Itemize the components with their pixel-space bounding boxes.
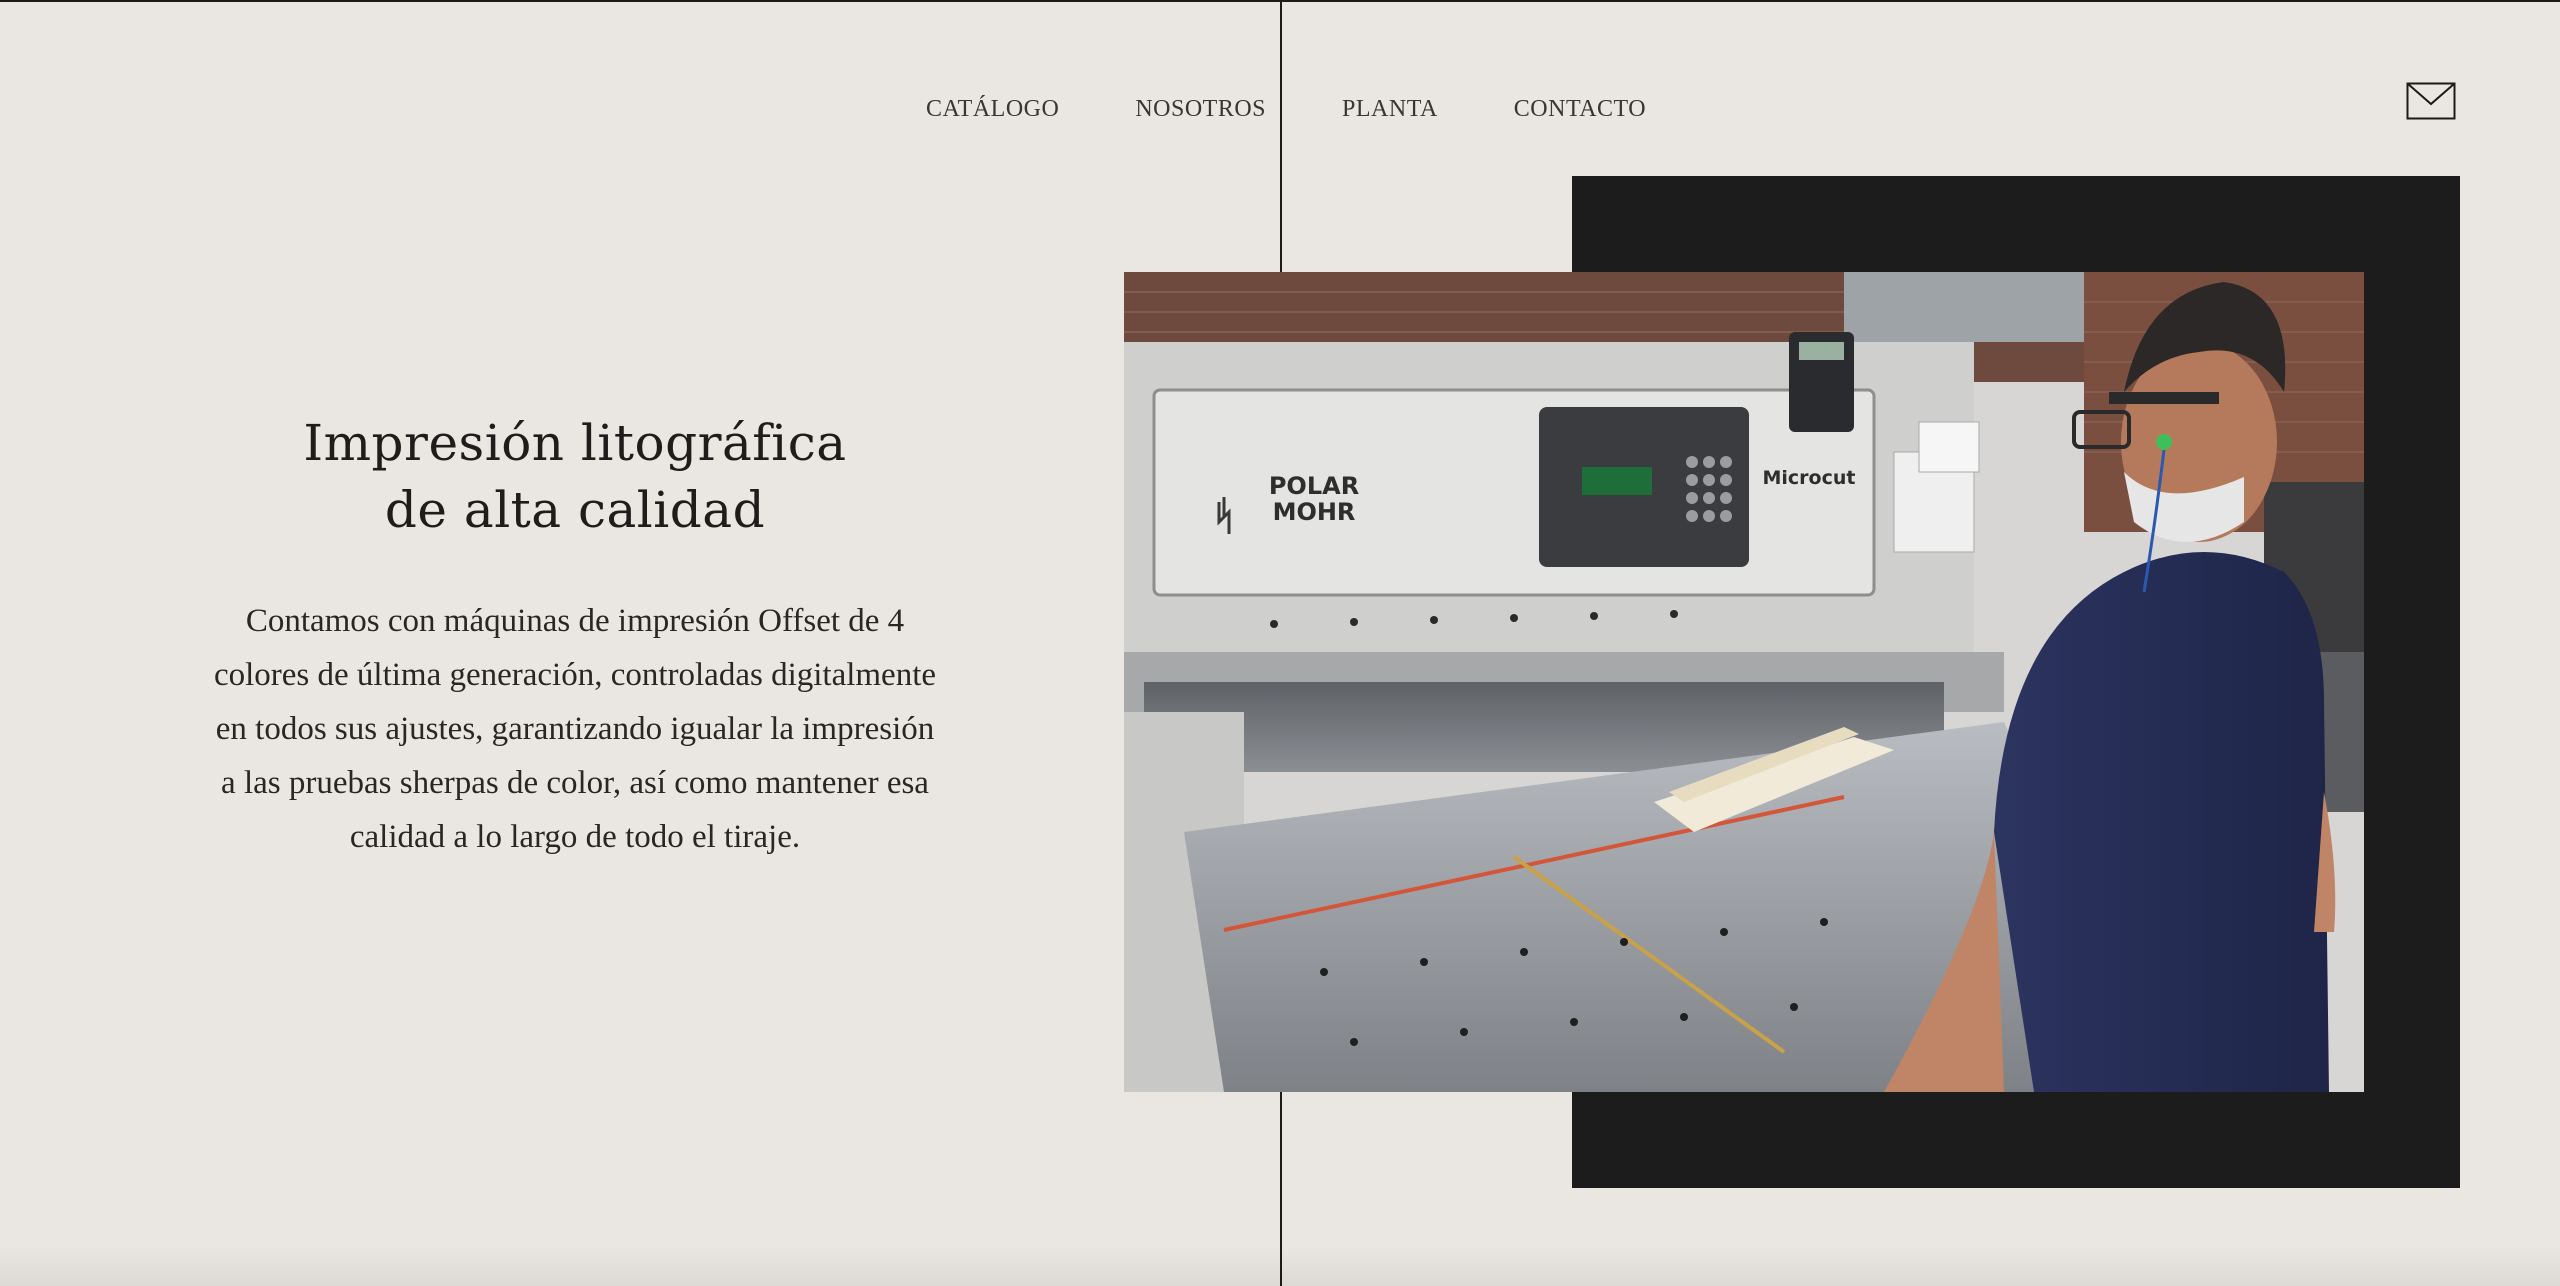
machine-model: Microcut	[1763, 467, 1856, 489]
hero-text: Impresión litográfica de alta calidad Co…	[205, 410, 945, 864]
main-nav: CATÁLOGO NOSOTROS PLANTA CONTACTO	[926, 96, 1646, 123]
bottom-shade	[0, 1246, 2560, 1286]
machine-brand-line2: MOHR	[1273, 498, 1356, 526]
nav-item-catalogo[interactable]: CATÁLOGO	[926, 96, 1059, 123]
nav-item-contacto[interactable]: CONTACTO	[1514, 96, 1646, 123]
envelope-icon[interactable]	[2406, 82, 2456, 120]
hero-title-line2: de alta calidad	[384, 481, 766, 539]
nav-item-nosotros[interactable]: NOSOTROS	[1135, 96, 1266, 123]
hero-title-line1: Impresión litográfica	[303, 414, 847, 472]
hero-photo-paper-cutter: POLAR MOHR Microcut	[1124, 272, 2364, 1092]
hero-description: Contamos con máquinas de impresión Offse…	[213, 603, 937, 855]
nav-item-planta[interactable]: PLANTA	[1342, 96, 1438, 123]
hero-title: Impresión litográfica de alta calidad	[205, 410, 945, 544]
machine-brand-line1: POLAR	[1269, 472, 1359, 500]
